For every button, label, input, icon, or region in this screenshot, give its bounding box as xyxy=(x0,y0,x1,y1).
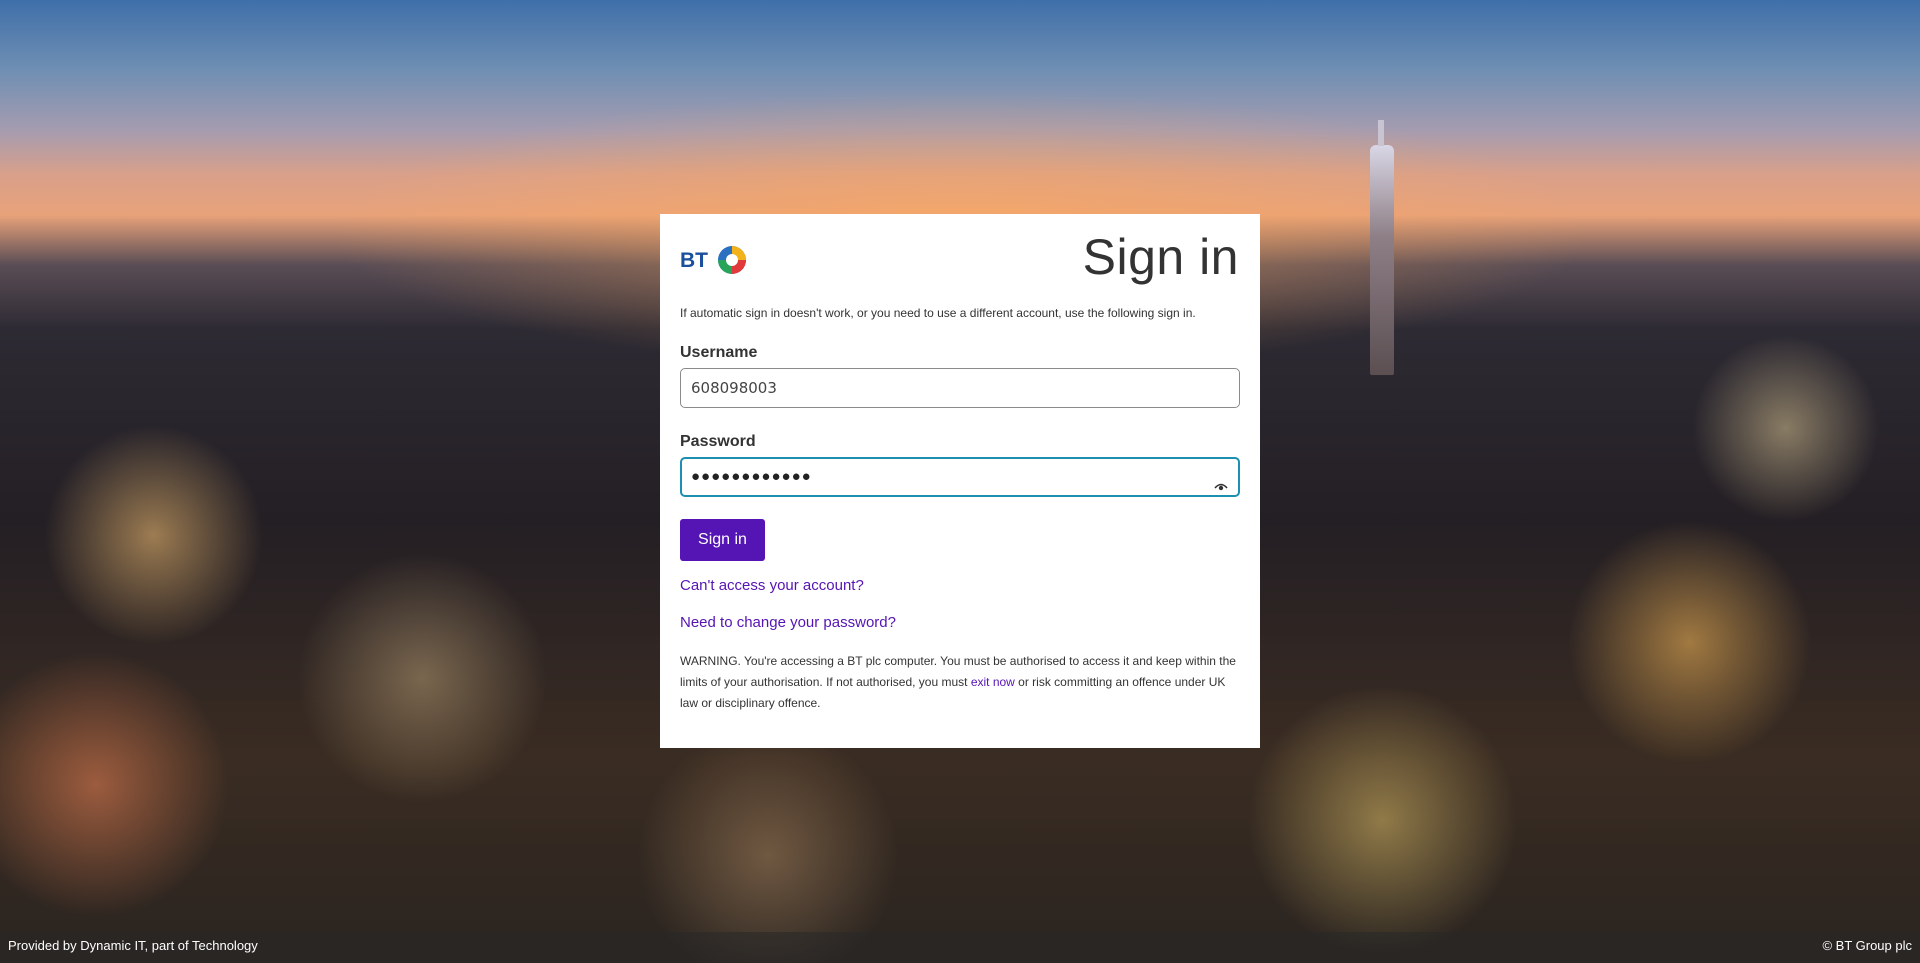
username-field[interactable]: 608098003 xyxy=(680,368,1240,408)
footer-copyright: © BT Group plc xyxy=(1822,938,1912,953)
intro-text: If automatic sign in doesn't work, or yo… xyxy=(680,306,1196,320)
bt-logo: BT xyxy=(680,242,750,278)
sign-in-card: BT Sign in If automatic sign in doesn't … xyxy=(660,214,1260,748)
footer-bar: Provided by Dynamic IT, part of Technolo… xyxy=(0,932,1920,963)
bt-tower-silhouette xyxy=(1370,120,1394,375)
cant-access-account-link[interactable]: Can't access your account? xyxy=(680,577,864,594)
sign-in-button[interactable]: Sign in xyxy=(680,519,765,561)
page-title: Sign in xyxy=(1082,229,1239,285)
exit-now-link[interactable]: exit now xyxy=(971,675,1015,689)
footer-provider-text: Provided by Dynamic IT, part of Technolo… xyxy=(8,938,258,953)
username-label: Username xyxy=(680,344,758,361)
password-label: Password xyxy=(680,433,756,450)
password-field[interactable]: ●●●●●●●●●●●● xyxy=(680,457,1240,497)
change-password-link[interactable]: Need to change your password? xyxy=(680,614,896,631)
username-value: 608098003 xyxy=(691,379,777,397)
eye-icon[interactable] xyxy=(1214,471,1228,491)
password-value: ●●●●●●●●●●●● xyxy=(691,468,812,485)
warning-text: WARNING. You're accessing a BT plc compu… xyxy=(680,651,1245,714)
svg-text:BT: BT xyxy=(680,249,708,272)
